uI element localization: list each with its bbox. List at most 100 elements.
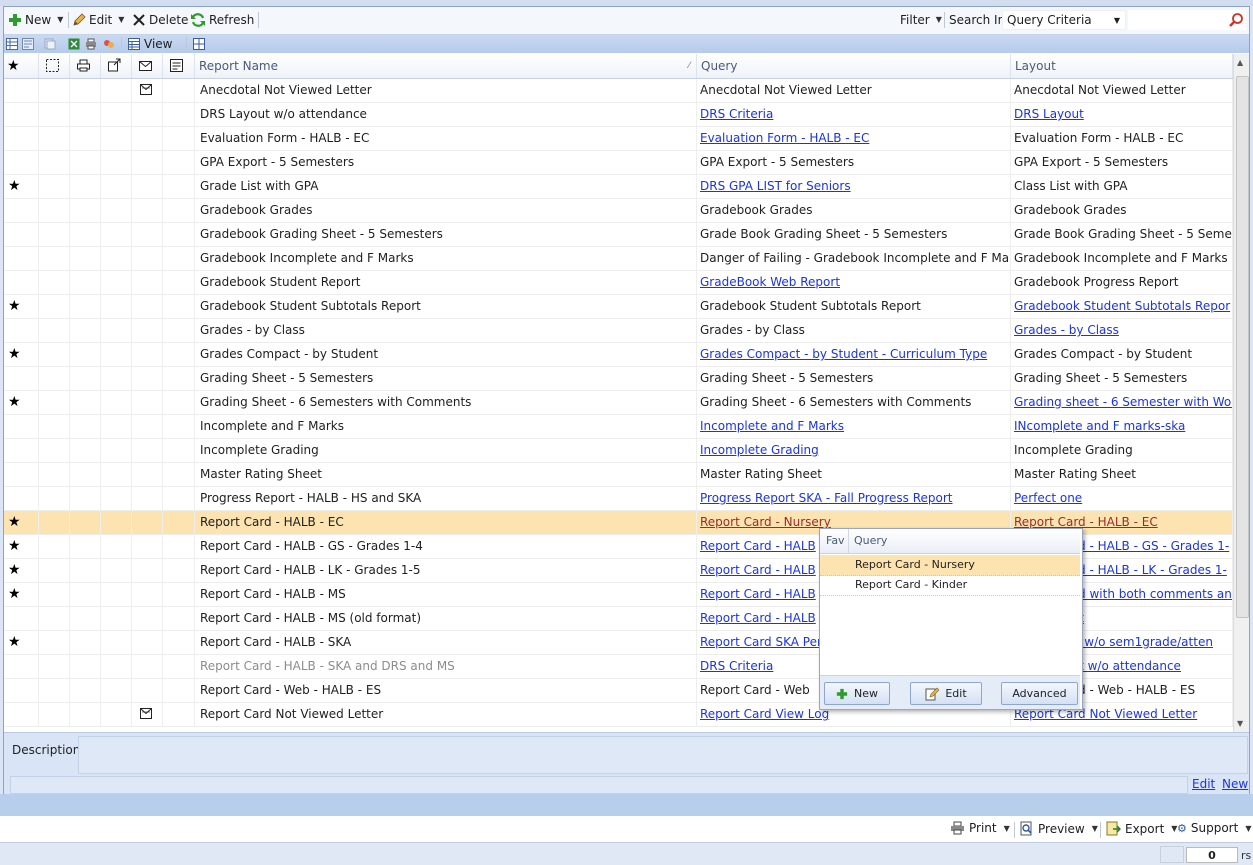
select-cell[interactable] — [39, 559, 70, 582]
report-name-cell[interactable]: Master Rating Sheet — [195, 463, 697, 486]
layout-cell[interactable]: Grading sheet - 6 Semester with Wor — [1011, 391, 1233, 414]
query-link[interactable]: Report Card - HALB — [700, 563, 816, 577]
paint-icon[interactable] — [103, 38, 115, 50]
select-cell[interactable] — [39, 391, 70, 414]
favorite-cell[interactable] — [4, 127, 39, 150]
layout-cell[interactable]: Gradebook Grades — [1011, 199, 1233, 222]
layout-cell[interactable]: Grading Sheet - 5 Semesters — [1011, 367, 1233, 390]
report-name-cell[interactable]: Grading Sheet - 5 Semesters — [195, 367, 697, 390]
query-cell[interactable]: GradeBook Web Report — [697, 271, 1011, 294]
col-select[interactable] — [39, 54, 70, 78]
layout-cell[interactable]: Grade Book Grading Sheet - 5 Seme — [1011, 223, 1233, 246]
table-row[interactable]: Gradebook Incomplete and F Marks Danger o… — [4, 247, 1233, 271]
select-cell[interactable] — [39, 655, 70, 678]
select-cell[interactable] — [39, 511, 70, 534]
popup-col-query[interactable]: Query — [854, 534, 887, 547]
table-row[interactable]: Anecdotal Not Viewed Letter Anecdotal Not… — [4, 79, 1233, 103]
report-name-cell[interactable]: Gradebook Grades — [195, 199, 697, 222]
layout-link[interactable]: INcomplete and F marks-ska — [1014, 419, 1185, 433]
print-button[interactable]: Print ▼ — [950, 821, 1010, 835]
select-cell[interactable] — [39, 535, 70, 558]
select-cell[interactable] — [39, 199, 70, 222]
favorite-cell[interactable] — [4, 679, 39, 702]
report-name-cell[interactable]: Report Card Not Viewed Letter — [195, 703, 697, 726]
report-name-cell[interactable]: Gradebook Student Subtotals Report — [195, 295, 697, 318]
layout-link[interactable]: Grades - by Class — [1014, 323, 1119, 337]
report-name-cell[interactable]: GPA Export - 5 Semesters — [195, 151, 697, 174]
copy-icon[interactable] — [44, 38, 56, 50]
table-row[interactable]: Grading Sheet - 5 Semesters Grading Sheet… — [4, 367, 1233, 391]
delete-button[interactable]: Delete — [132, 11, 188, 29]
favorite-cell[interactable]: ★ — [4, 175, 39, 198]
query-cell[interactable]: DRS GPA LIST for Seniors — [697, 175, 1011, 198]
report-name-cell[interactable]: Report Card - HALB - SKA and DRS and MS — [195, 655, 697, 678]
popup-option[interactable]: Report Card - Nursery — [820, 555, 1080, 576]
query-cell[interactable]: Incomplete Grading — [697, 439, 1011, 462]
col-exported[interactable] — [101, 54, 132, 78]
table-row[interactable]: Gradebook Grading Sheet - 5 Semesters Gra… — [4, 223, 1233, 247]
query-cell[interactable]: Grading Sheet - 6 Semesters with Comment… — [697, 391, 1011, 414]
select-cell[interactable] — [39, 607, 70, 630]
select-cell[interactable] — [39, 175, 70, 198]
table-row[interactable]: Master Rating Sheet Master Rating Sheet Ma… — [4, 463, 1233, 487]
query-link[interactable]: Grades Compact - by Student - Curriculum… — [700, 347, 987, 361]
favorite-cell[interactable]: ★ — [4, 535, 39, 558]
select-cell[interactable] — [39, 151, 70, 174]
col-report-name[interactable]: Report Name ⁄ — [195, 54, 697, 78]
select-cell[interactable] — [39, 223, 70, 246]
report-name-cell[interactable]: DRS Layout w/o attendance — [195, 103, 697, 126]
search-icon[interactable] — [1228, 12, 1244, 28]
layout-cell[interactable]: Gradebook Progress Report — [1011, 271, 1233, 294]
scrollbar-thumb[interactable] — [1236, 76, 1249, 618]
select-cell[interactable] — [39, 631, 70, 654]
view-button[interactable]: View — [128, 37, 172, 51]
report-name-cell[interactable]: Report Card - HALB - EC — [195, 511, 697, 534]
select-cell[interactable] — [39, 79, 70, 102]
report-name-cell[interactable]: Gradebook Grading Sheet - 5 Semesters — [195, 223, 697, 246]
popup-edit-button[interactable]: Edit — [910, 682, 982, 705]
query-cell[interactable]: Progress Report SKA - Fall Progress Repo… — [697, 487, 1011, 510]
edit-button[interactable]: Edit ▼ — [72, 11, 124, 29]
layout-link[interactable]: Report Card - HALB - EC — [1014, 515, 1158, 529]
report-name-cell[interactable]: Gradebook Student Report — [195, 271, 697, 294]
favorite-cell[interactable] — [4, 103, 39, 126]
query-cell[interactable]: Grades - by Class — [697, 319, 1011, 342]
report-name-cell[interactable]: Report Card - HALB - GS - Grades 1-4 — [195, 535, 697, 558]
report-name-cell[interactable]: Grading Sheet - 6 Semesters with Comment… — [195, 391, 697, 414]
favorite-cell[interactable]: ★ — [4, 559, 39, 582]
report-name-cell[interactable]: Grades Compact - by Student — [195, 343, 697, 366]
select-cell[interactable] — [39, 247, 70, 270]
report-name-cell[interactable]: Report Card - HALB - LK - Grades 1-5 — [195, 559, 697, 582]
layout-link[interactable]: Gradebook Student Subtotals Repor — [1014, 299, 1230, 313]
col-emailed[interactable] — [132, 54, 163, 78]
table-row[interactable]: ★ Grade List with GPA DRS GPA LIST for Sen… — [4, 175, 1233, 199]
layout-link[interactable]: DRS Layout — [1014, 107, 1084, 121]
layout-cell[interactable]: INcomplete and F marks-ska — [1011, 415, 1233, 438]
favorite-cell[interactable]: ★ — [4, 631, 39, 654]
table-row[interactable]: ★ Gradebook Student Subtotals Report Grade… — [4, 295, 1233, 319]
select-cell[interactable] — [39, 319, 70, 342]
query-cell[interactable]: Master Rating Sheet — [697, 463, 1011, 486]
favorite-cell[interactable]: ★ — [4, 391, 39, 414]
favorite-cell[interactable] — [4, 655, 39, 678]
search-in-select[interactable]: Query Criteria ▼ — [1002, 10, 1126, 30]
select-cell[interactable] — [39, 343, 70, 366]
columns-icon[interactable] — [193, 38, 205, 50]
query-cell[interactable]: Incomplete and F Marks — [697, 415, 1011, 438]
query-cell[interactable]: GPA Export - 5 Semesters — [697, 151, 1011, 174]
favorite-cell[interactable] — [4, 463, 39, 486]
layout-cell[interactable]: Evaluation Form - HALB - EC — [1011, 127, 1233, 150]
query-link[interactable]: Report Card View Log — [700, 707, 829, 721]
favorite-cell[interactable]: ★ — [4, 295, 39, 318]
select-cell[interactable] — [39, 271, 70, 294]
layout-cell[interactable]: Class List with GPA — [1011, 175, 1233, 198]
favorite-cell[interactable]: ★ — [4, 511, 39, 534]
favorite-cell[interactable] — [4, 247, 39, 270]
table-row[interactable]: Grades - by Class Grades - by Class Grades… — [4, 319, 1233, 343]
favorite-cell[interactable] — [4, 223, 39, 246]
select-cell[interactable] — [39, 415, 70, 438]
favorite-cell[interactable] — [4, 607, 39, 630]
favorite-cell[interactable] — [4, 439, 39, 462]
select-cell[interactable] — [39, 103, 70, 126]
favorite-cell[interactable] — [4, 703, 39, 726]
